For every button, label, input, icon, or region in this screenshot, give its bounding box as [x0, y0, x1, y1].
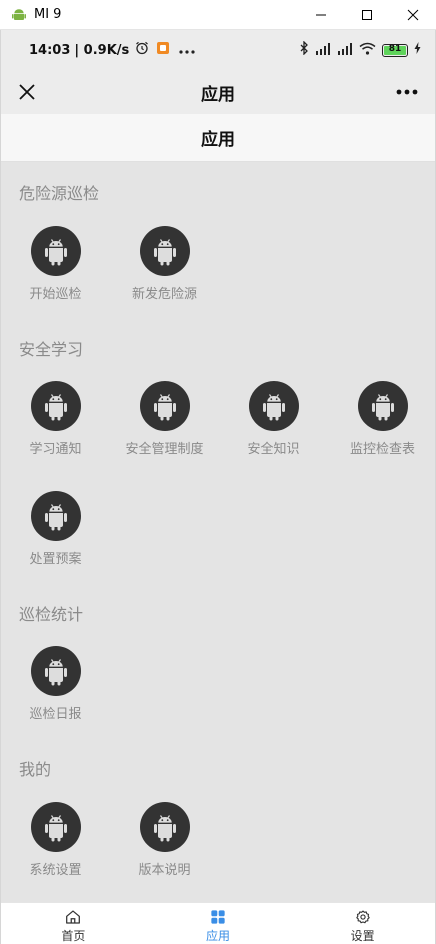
tab-apps[interactable]: 应用 [146, 903, 291, 944]
app-label: 监控检查表 [349, 442, 415, 457]
app-monitoring-checklist[interactable]: 监控检查表 [328, 381, 435, 471]
minimize-button[interactable] [298, 0, 344, 30]
battery-level: 81 [388, 43, 402, 54]
page-title: 应用 [201, 130, 235, 150]
window-close-button[interactable] [390, 0, 436, 30]
tab-label: 应用 [206, 929, 231, 943]
app-label: 安全管理制度 [125, 442, 204, 457]
gear-icon [355, 910, 370, 924]
notification-app-icon [157, 42, 170, 58]
app-safety-regulations[interactable]: 安全管理制度 [110, 381, 219, 471]
app-label: 安全知识 [247, 442, 300, 457]
android-icon [30, 802, 81, 852]
status-network-rate: | 0.9K/s [74, 42, 130, 58]
app-label: 处置预案 [29, 552, 82, 567]
section-title-safety-learning: 安全学习 [19, 340, 84, 359]
app-label: 巡检日报 [29, 707, 82, 722]
android-icon [30, 381, 81, 431]
app-safety-knowledge[interactable]: 安全知识 [219, 381, 328, 471]
maximize-button[interactable] [344, 0, 390, 30]
page-header: 应用 [1, 114, 435, 162]
tab-home[interactable]: 首页 [1, 903, 146, 944]
android-icon [357, 381, 408, 431]
tab-settings[interactable]: 设置 [290, 903, 435, 944]
alarm-icon [135, 41, 149, 59]
android-app-icon [10, 6, 28, 24]
battery-icon: 81 [382, 43, 408, 57]
signal-hd-icon [315, 42, 331, 59]
app-label: 学习通知 [29, 442, 82, 457]
bluetooth-icon [300, 40, 309, 59]
wifi-icon [359, 42, 376, 59]
section-title-inspection-stats: 巡检统计 [19, 605, 84, 624]
android-icon [139, 226, 190, 276]
phone-screen: 14:03 | 0.9K/s 81 应用 应用 危险源巡检 开始巡检 新发危险源… [0, 30, 436, 944]
more-notifications-icon [179, 43, 195, 58]
more-icon [396, 89, 418, 95]
tab-label: 设置 [350, 929, 375, 943]
app-new-hazard[interactable]: 新发危险源 [110, 226, 219, 316]
grid-icon [211, 910, 225, 924]
signal-icon [337, 42, 353, 59]
bottom-tab-bar: 首页 应用 设置 [1, 902, 435, 944]
nav-bar: 应用 [1, 70, 435, 114]
close-icon [19, 84, 35, 100]
app-label: 开始巡检 [29, 287, 82, 302]
close-button[interactable] [13, 78, 41, 106]
app-label: 系统设置 [29, 863, 82, 878]
status-bar: 14:03 | 0.9K/s 81 [1, 30, 435, 70]
window-titlebar: MI 9 [0, 0, 436, 30]
app-label: 版本说明 [138, 863, 191, 878]
android-icon [139, 802, 190, 852]
section-title-mine: 我的 [19, 760, 52, 779]
app-study-notice[interactable]: 学习通知 [1, 381, 110, 471]
tab-label: 首页 [61, 929, 86, 943]
app-start-inspection[interactable]: 开始巡检 [1, 226, 110, 316]
section-title-hazard-inspection: 危险源巡检 [19, 184, 100, 203]
more-options-button[interactable] [391, 78, 423, 106]
app-label: 新发危险源 [131, 287, 197, 302]
home-icon [66, 910, 81, 924]
status-time: 14:03 [29, 42, 71, 58]
charging-icon [414, 42, 421, 58]
android-icon [30, 491, 81, 541]
window-title: MI 9 [34, 7, 62, 22]
app-emergency-plan[interactable]: 处置预案 [1, 491, 110, 581]
nav-title: 应用 [201, 84, 235, 105]
app-version-info[interactable]: 版本说明 [110, 802, 219, 892]
app-daily-report[interactable]: 巡检日报 [1, 646, 110, 736]
app-grid-content: 危险源巡检 开始巡检 新发危险源 安全学习 学习通知 安全管理制度 安全知识 监… [1, 162, 435, 902]
android-icon [30, 646, 81, 696]
android-icon [248, 381, 299, 431]
app-system-settings[interactable]: 系统设置 [1, 802, 110, 892]
android-icon [30, 226, 81, 276]
android-icon [139, 381, 190, 431]
